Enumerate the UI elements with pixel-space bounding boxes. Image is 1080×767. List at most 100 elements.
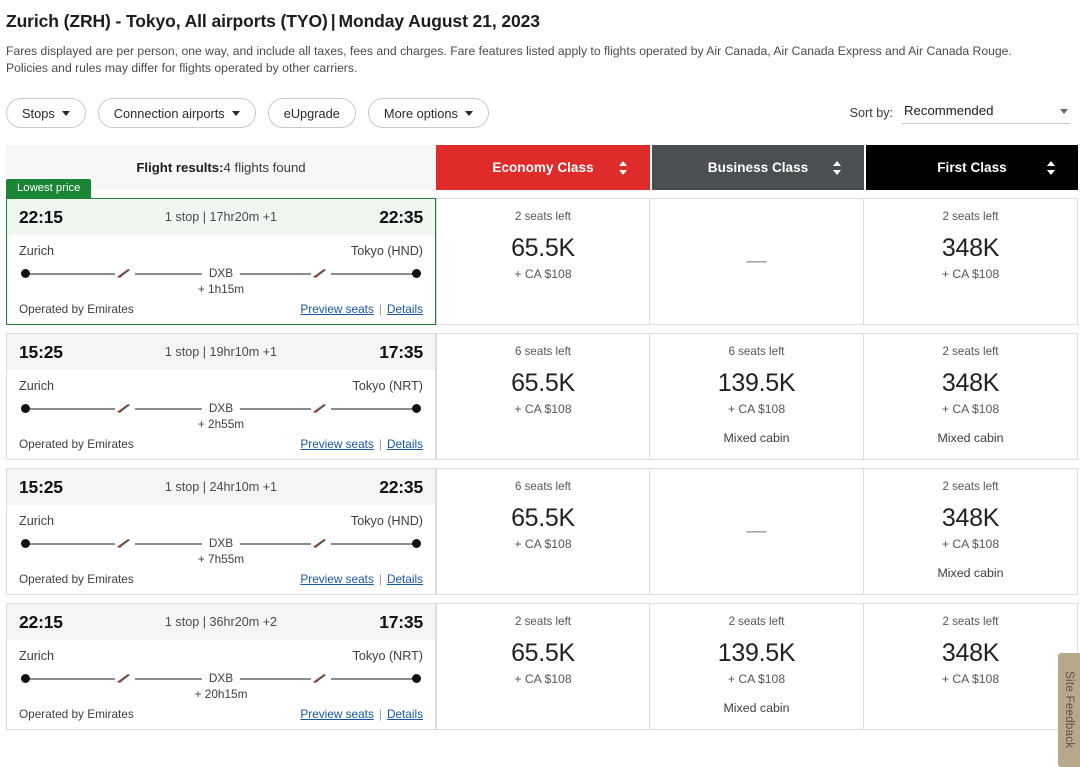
flight-duration: 1 stop | 36hr20m +2 <box>164 615 278 629</box>
more-options-filter-button[interactable]: More options <box>367 98 489 128</box>
emirates-logo-icon <box>311 673 331 685</box>
eupgrade-filter-button[interactable]: eUpgrade <box>267 98 356 128</box>
flight-route-body: Zurich Tokyo (NRT) DXB + 20h15m <box>7 640 435 701</box>
link-separator: | <box>378 437 382 451</box>
link-separator: | <box>378 302 382 316</box>
results-grid: Flight results: 4 flights found Economy C… <box>0 145 1080 730</box>
fare-cell-economy[interactable]: 2 seats left 65.5K + CA $108 <box>436 198 650 325</box>
link-separator: | <box>378 707 382 721</box>
preview-seats-link[interactable]: Preview seats <box>300 302 373 316</box>
preview-seats-link[interactable]: Preview seats <box>300 572 373 586</box>
route-path-graphic: DXB <box>19 265 423 283</box>
flight-times-bar: 15:25 1 stop | 19hr10m +1 17:35 <box>7 334 435 370</box>
site-feedback-tab[interactable]: Site Feedback <box>1058 653 1080 767</box>
fare-disclaimer: Fares displayed are per person, one way,… <box>6 44 1012 75</box>
sort-by-select[interactable]: Recommended <box>902 103 1070 124</box>
origin-dot <box>21 269 30 278</box>
results-label: Flight results: <box>136 160 224 175</box>
fare-cash-surcharge: + CA $108 <box>941 537 1000 551</box>
sort-arrows-icon[interactable] <box>833 160 842 176</box>
fare-cell-economy[interactable]: 2 seats left 65.5K + CA $108 <box>436 603 650 730</box>
sort-arrows-icon[interactable] <box>619 160 628 176</box>
mixed-cabin-label: Mixed cabin <box>937 566 1004 580</box>
seats-left-label: 6 seats left <box>728 345 785 358</box>
route-path-graphic: DXB <box>19 400 423 418</box>
layover-duration: + 2h55m <box>197 417 245 431</box>
fare-cash-surcharge: + CA $108 <box>514 267 572 281</box>
flight-detail-cell[interactable]: 15:25 1 stop | 19hr10m +1 17:35 Zurich Tokyo… <box>6 333 436 460</box>
seats-left-label: 2 seats left <box>942 615 999 628</box>
fare-points: 348K <box>941 234 1000 262</box>
origin-dot <box>21 539 30 548</box>
arrival-time: 22:35 <box>379 476 423 497</box>
results-header-row: Flight results: 4 flights found Economy C… <box>6 145 1078 190</box>
emirates-logo-icon <box>115 403 135 415</box>
flight-detail-cell[interactable]: Lowest price 22:15 1 stop | 17hr20m +1 22:3… <box>6 179 436 325</box>
chevron-down-icon <box>1060 108 1068 114</box>
fare-cell-first[interactable]: 2 seats left 348K + CA $108 <box>864 198 1078 325</box>
details-link[interactable]: Details <box>387 302 423 316</box>
departure-time: 15:25 <box>19 341 63 362</box>
fare-cell-first[interactable]: 2 seats left 348K + CA $108 Mixed cabin <box>864 468 1078 595</box>
origin-city: Zurich <box>19 244 54 258</box>
chevron-down-icon <box>231 110 240 116</box>
connection-airports-filter-button[interactable]: Connection airports <box>97 98 256 128</box>
destination-dot <box>412 269 421 278</box>
route-endpoints: Zurich Tokyo (HND) <box>19 244 423 258</box>
route-path-graphic: DXB <box>19 670 423 688</box>
fare-points: 65.5K <box>511 369 575 397</box>
details-link[interactable]: Details <box>387 572 423 586</box>
fare-cash-surcharge: + CA $108 <box>941 402 1000 416</box>
fare-cell-first[interactable]: 2 seats left 348K + CA $108 <box>864 603 1078 730</box>
layover-duration: + 1h15m <box>197 282 245 296</box>
origin-dot <box>21 674 30 683</box>
fare-cash-surcharge: + CA $108 <box>514 402 572 416</box>
details-link[interactable]: Details <box>387 707 423 721</box>
stops-filter-button[interactable]: Stops <box>6 98 86 128</box>
operated-by-label: Operated by Emirates <box>19 302 134 316</box>
preview-seats-link[interactable]: Preview seats <box>300 437 373 451</box>
connection-airports-filter-label: Connection airports <box>113 105 225 121</box>
fare-cell-business[interactable]: — <box>650 198 864 325</box>
site-feedback-label: Site Feedback <box>1063 671 1075 749</box>
sort-arrows-icon[interactable] <box>1047 160 1056 176</box>
flight-detail-cell[interactable]: 15:25 1 stop | 24hr10m +1 22:35 Zurich Tokyo… <box>6 468 436 595</box>
destination-city: Tokyo (NRT) <box>352 649 423 663</box>
fare-cell-business[interactable]: 6 seats left 139.5K + CA $108 Mixed cabin <box>650 333 864 460</box>
sort-by-value: Recommended <box>904 102 994 118</box>
operated-by-label: Operated by Emirates <box>19 572 134 586</box>
destination-dot <box>412 539 421 548</box>
seats-left-label: 6 seats left <box>514 480 572 493</box>
flight-detail-cell[interactable]: 22:15 1 stop | 36hr20m +2 17:35 Zurich Tokyo… <box>6 603 436 730</box>
column-header-first[interactable]: First Class <box>864 145 1078 190</box>
eupgrade-filter-label: eUpgrade <box>283 105 340 121</box>
fare-cell-economy[interactable]: 6 seats left 65.5K + CA $108 <box>436 333 650 460</box>
seats-left-label: 2 seats left <box>514 210 572 223</box>
column-header-business-label: Business Class <box>707 160 809 175</box>
departure-time: 22:15 <box>19 611 63 632</box>
stop-airport-code: DXB <box>201 401 241 415</box>
fare-cell-business[interactable]: — <box>650 468 864 595</box>
emirates-logo-icon <box>115 268 135 280</box>
flight-row: 22:15 1 stop | 36hr20m +2 17:35 Zurich Tokyo… <box>6 603 1078 730</box>
preview-seats-link[interactable]: Preview seats <box>300 707 373 721</box>
stop-airport-code: DXB <box>201 266 241 280</box>
flight-route-body: Zurich Tokyo (HND) DXB + 7h55m <box>7 505 435 566</box>
fare-cell-first[interactable]: 2 seats left 348K + CA $108 Mixed cabin <box>864 333 1078 460</box>
details-link[interactable]: Details <box>387 437 423 451</box>
fare-cell-business[interactable]: 2 seats left 139.5K + CA $108 Mixed cabin <box>650 603 864 730</box>
origin-city: Zurich <box>19 649 54 663</box>
emirates-logo-icon <box>115 673 135 685</box>
flight-row: 15:25 1 stop | 24hr10m +1 22:35 Zurich Tokyo… <box>6 468 1078 595</box>
mixed-cabin-label: Mixed cabin <box>937 431 1004 445</box>
column-header-economy[interactable]: Economy Class <box>436 145 650 190</box>
column-header-business[interactable]: Business Class <box>650 145 864 190</box>
emirates-logo-icon <box>115 538 135 550</box>
fare-cell-economy[interactable]: 6 seats left 65.5K + CA $108 <box>436 468 650 595</box>
origin-city: Zurich <box>19 379 54 393</box>
flight-row: Lowest price 22:15 1 stop | 17hr20m +1 22:3… <box>6 179 1078 325</box>
flight-links: Preview seats | Details <box>300 437 423 451</box>
flight-duration: 1 stop | 24hr10m +1 <box>164 480 278 494</box>
route-endpoints: Zurich Tokyo (HND) <box>19 514 423 528</box>
origin-dot <box>21 404 30 413</box>
